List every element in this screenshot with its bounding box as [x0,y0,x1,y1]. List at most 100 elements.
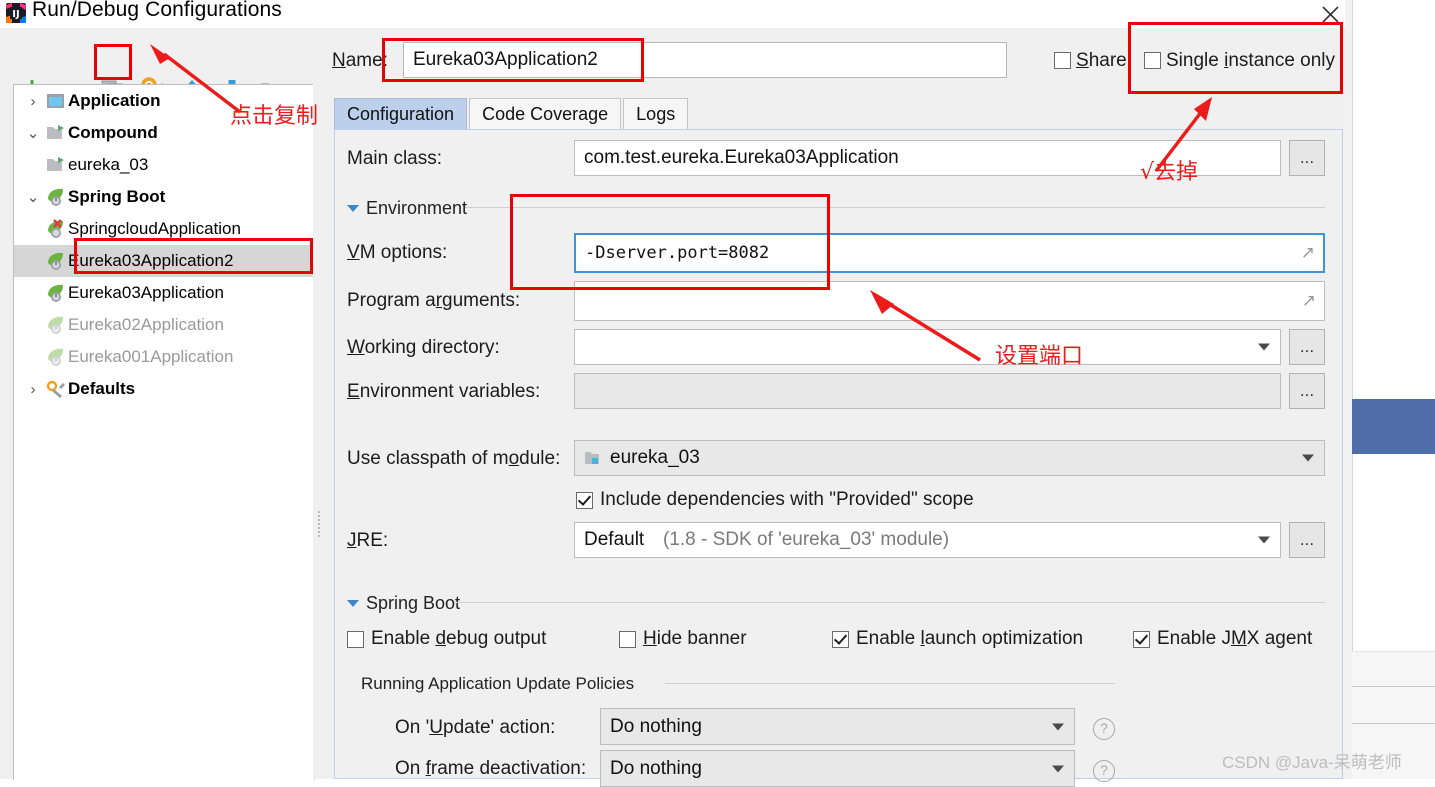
tree-item-defaults[interactable]: › Defaults [14,373,314,405]
main-class-label: Main class: [347,148,443,169]
enable-jmx-agent-row[interactable]: Enable JMX agent [1133,628,1312,650]
on-frame-deactivation-combo[interactable]: Do nothing [600,750,1075,787]
close-icon[interactable] [1316,0,1344,26]
spring-boot-icon [44,251,68,271]
enable-debug-output-label: Enable debug output [371,628,547,649]
program-arguments-input[interactable]: ↗ [574,281,1325,321]
vm-options-input[interactable]: -Dserver.port=8082 ↗ [574,233,1325,273]
on-update-action-combo[interactable]: Do nothing [600,708,1075,745]
main-class-browse-button[interactable]: ... [1289,140,1325,176]
tree-item-springcloudapplication[interactable]: SpringcloudApplication [14,213,314,245]
enable-debug-output-checkbox[interactable] [347,630,364,648]
annotation-click-copy: 点击复制 [230,104,319,129]
update-policies-group-label: Running Application Update Policies [361,674,635,693]
name-input-value: Eureka03Application2 [413,49,598,70]
intellij-idea-icon: IJ [5,2,27,24]
jre-value: Default [584,529,645,550]
compound-icon [44,156,68,174]
include-provided-checkbox[interactable] [576,491,593,509]
single-instance-label: Single instance only [1166,50,1336,71]
on-frame-deactivation-value: Do nothing [610,757,702,779]
tab-logs[interactable]: Logs [623,98,689,129]
enable-debug-output-row[interactable]: Enable debug output [347,628,546,650]
spring-boot-section-header[interactable]: Spring Boot [347,593,460,614]
expand-diagonal-icon[interactable]: ↗ [1302,291,1316,311]
include-provided-row[interactable]: Include dependencies with "Provided" sco… [576,489,974,511]
enable-launch-optimization-label: Enable launch optimization [856,628,1084,649]
chevron-down-icon[interactable] [347,600,359,607]
configuration-tab-panel: Main class: com.test.eureka.Eureka03Appl… [334,129,1343,787]
working-directory-label: Working directory: [347,337,500,358]
use-classpath-label: Use classpath of module: [347,448,561,469]
tree-item-eureka03application[interactable]: Eureka03Application [14,277,314,309]
on-update-help-icon[interactable]: ? [1093,718,1115,740]
tab-configuration[interactable]: Configuration [334,98,468,129]
hide-banner-label: Hide banner [643,628,747,649]
tree-item-label: Eureka001Application [68,347,234,366]
use-classpath-value: eureka_03 [610,447,700,468]
environment-variables-browse-button[interactable]: ... [1289,373,1325,409]
tree-item-eureka02application[interactable]: Eureka02Application [14,309,314,341]
run-debug-configurations-dialog: IJ Run/Debug Configurations › Applicatio… [0,0,1345,787]
tree-item-label: Eureka03Application [68,283,224,302]
tree-item-eureka001application[interactable]: Eureka001Application [14,341,314,373]
working-directory-browse-button[interactable]: ... [1289,329,1325,365]
compound-icon [44,124,68,142]
background-selection-bar [1352,399,1435,454]
jre-hint: (1.8 - SDK of 'eureka_03' module) [663,529,950,550]
tab-code-coverage[interactable]: Code Coverage [469,98,622,129]
environment-section-header[interactable]: Environment [347,198,467,219]
background-panel-line [1352,686,1435,687]
jre-combo[interactable]: Default (1.8 - SDK of 'eureka_03' module… [574,522,1281,558]
include-provided-label: Include dependencies with "Provided" sco… [600,489,974,510]
working-directory-input[interactable] [574,329,1281,365]
tree-item-eureka-03[interactable]: eureka_03 [14,149,314,181]
chevron-down-icon[interactable] [1052,765,1064,772]
share-checkbox[interactable] [1054,52,1071,69]
expand-diagonal-icon[interactable]: ↗ [1301,243,1315,263]
tree-item-spring-boot[interactable]: ⌄ Spring Boot [14,181,314,213]
on-update-action-label: On 'Update' action: [395,717,556,738]
hide-banner-row[interactable]: Hide banner [619,628,747,650]
enable-launch-optimization-checkbox[interactable] [832,630,849,648]
configurations-tree[interactable]: › Application ⌄ Compound eureka_03 ⌄ Spr… [13,84,315,780]
enable-launch-optimization-row[interactable]: Enable launch optimization [832,628,1083,650]
single-instance-checkbox[interactable] [1144,52,1161,69]
program-arguments-label: Program arguments: [347,290,521,311]
configuration-tabs: Configuration Code Coverage Logs [334,97,690,129]
vm-options-value: -Dserver.port=8082 [585,243,770,263]
enable-jmx-agent-checkbox[interactable] [1133,630,1150,648]
spring-boot-icon [44,315,68,335]
chevron-down-icon[interactable]: ⌄ [22,124,44,142]
spring-boot-section-label: Spring Boot [366,593,461,613]
splitter-grip [317,509,322,544]
annotation-uncheck: √去掉 [1140,160,1199,185]
environment-variables-input[interactable] [574,373,1281,409]
chevron-down-icon[interactable] [1302,454,1314,462]
chevron-down-icon[interactable] [1258,343,1270,351]
chevron-down-icon[interactable]: ⌄ [22,188,44,206]
annotation-set-port: 设置端口 [995,344,1084,369]
jre-browse-button[interactable]: ... [1289,522,1325,558]
section-rule [465,207,1325,208]
environment-variables-label: Environment variables: [347,381,541,402]
environment-section-label: Environment [366,198,468,218]
hide-banner-checkbox[interactable] [619,630,636,648]
enable-jmx-agent-label: Enable JMX agent [1157,628,1313,649]
chevron-down-icon[interactable] [1258,536,1270,544]
background-panel-line [1352,723,1435,724]
tree-item-label: eureka_03 [68,155,149,174]
chevron-down-icon[interactable] [347,205,359,212]
tree-item-eureka03application2[interactable]: Eureka03Application2 [14,245,314,277]
chevron-right-icon[interactable]: › [22,93,44,110]
chevron-down-icon[interactable] [1052,723,1064,730]
use-classpath-combo[interactable]: eureka_03 [574,440,1325,476]
section-rule [455,602,1325,603]
panel-splitter[interactable] [313,84,327,779]
name-field-label: Name: [332,50,388,71]
spring-boot-icon [44,187,68,207]
spring-boot-error-icon [44,219,68,239]
name-input[interactable]: Eureka03Application2 [403,42,1007,78]
chevron-right-icon[interactable]: › [22,381,44,398]
spring-boot-icon [44,283,68,303]
